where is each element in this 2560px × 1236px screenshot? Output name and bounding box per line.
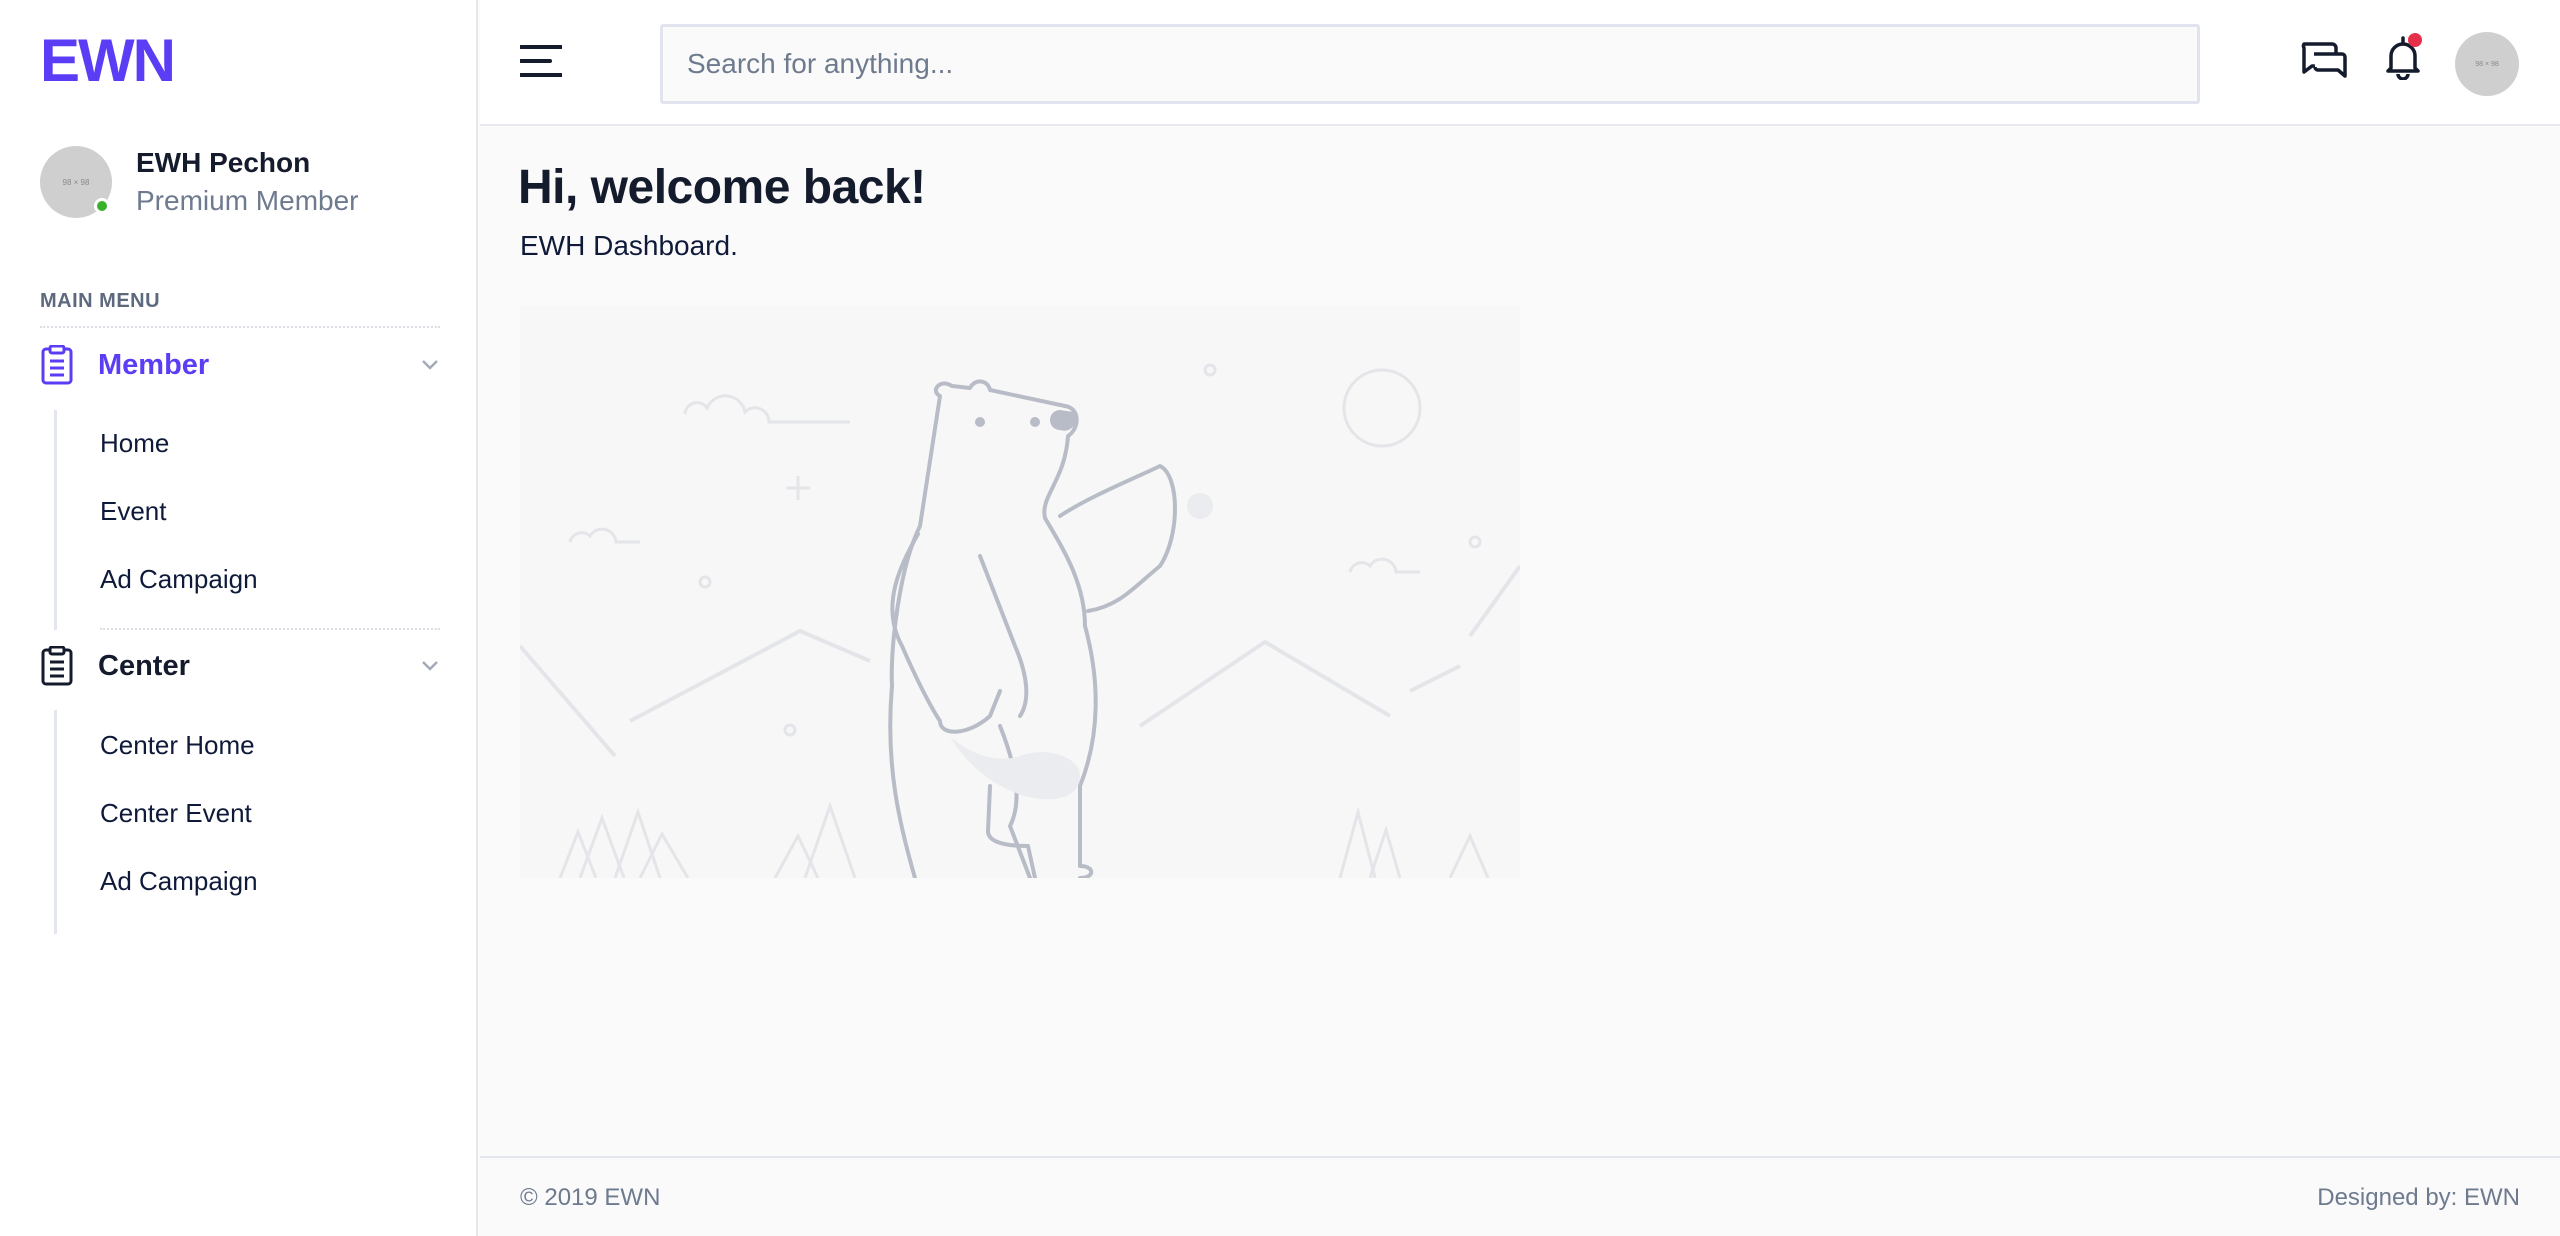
chevron-down-icon[interactable] <box>420 355 440 375</box>
search-input[interactable] <box>660 24 2200 104</box>
clipboard-icon <box>41 646 73 686</box>
sidebar: EWN 98 × 98 EWH Pechon Premium Member MA… <box>0 0 478 1236</box>
bear-waving-illustration <box>518 306 1522 880</box>
user-profile[interactable]: 98 × 98 EWH Pechon Premium Member <box>40 146 358 218</box>
user-avatar-wrapper: 98 × 98 <box>40 146 112 218</box>
avatar-placeholder-text: 98 × 98 <box>62 177 90 187</box>
top-bar: 98 × 98 <box>480 0 2560 126</box>
avatar-placeholder-text: 98 × 98 <box>2475 60 2499 68</box>
menu-heading: MAIN MENU <box>40 290 161 312</box>
page-title: Hi, welcome back! <box>518 161 926 214</box>
clipboard-icon <box>41 345 73 385</box>
menu-group-label: Center <box>98 649 190 682</box>
footer-credit: Designed by: EWN <box>2317 1184 2520 1211</box>
profile-text: EWH Pechon Premium Member <box>136 147 358 217</box>
sidebar-item-center-event[interactable]: Center Event <box>100 798 252 829</box>
menu-group-member[interactable]: Member <box>40 345 440 385</box>
footer-copyright: © 2019 EWN <box>520 1184 661 1211</box>
submenu-line <box>54 710 57 934</box>
chat-icon[interactable] <box>2298 40 2348 82</box>
user-name: EWH Pechon <box>136 147 311 178</box>
header-avatar[interactable]: 98 × 98 <box>2455 32 2519 96</box>
menu-group-label: Member <box>98 348 210 381</box>
menu-icon[interactable] <box>520 44 562 78</box>
sidebar-item-center-home[interactable]: Center Home <box>100 730 255 761</box>
chevron-down-icon[interactable] <box>420 656 440 676</box>
footer: © 2019 EWN Designed by: EWN <box>480 1156 2560 1236</box>
menu-group-center[interactable]: Center <box>40 646 440 686</box>
online-status-dot <box>94 198 110 214</box>
bear-illustration-svg <box>518 363 1522 880</box>
sidebar-item-home[interactable]: Home <box>100 428 169 459</box>
page-subtitle: EWH Dashboard. <box>520 230 738 261</box>
sidebar-item-event[interactable]: Event <box>100 496 167 527</box>
sidebar-item-ad-campaign[interactable]: Ad Campaign <box>100 564 258 595</box>
user-role: Premium Member <box>136 185 359 216</box>
brand-logo[interactable]: EWN <box>40 26 176 95</box>
notification-dot <box>2408 33 2422 47</box>
menu-divider <box>100 628 440 630</box>
menu-divider <box>40 326 440 328</box>
sidebar-item-ad-campaign[interactable]: Ad Campaign <box>100 866 258 897</box>
submenu-line <box>54 410 57 630</box>
